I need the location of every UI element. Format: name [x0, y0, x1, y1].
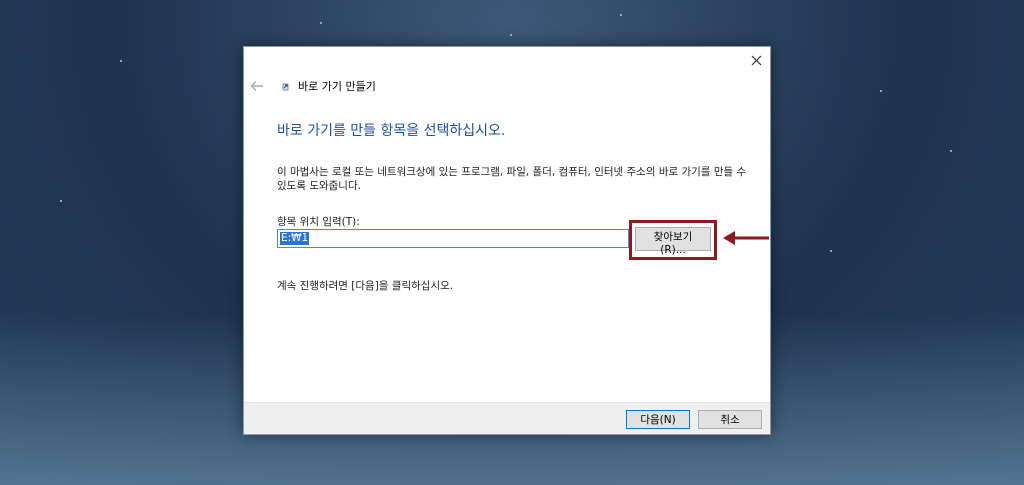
close-icon	[751, 55, 761, 65]
continue-note: 계속 진행하려면 [다음]을 클릭하십시오.	[277, 280, 454, 292]
wizard-description: 이 마법사는 로컬 또는 네트워크상에 있는 프로그램, 파일, 폴더, 컴퓨터…	[277, 166, 747, 192]
close-button[interactable]	[745, 50, 767, 70]
browse-button[interactable]: 찾아보기(R)...	[635, 227, 711, 256]
next-button[interactable]: 다음(N)	[626, 410, 690, 429]
cancel-button[interactable]: 취소	[698, 410, 762, 429]
location-input[interactable]	[277, 229, 629, 248]
back-arrow-icon	[250, 81, 263, 91]
wizard-title: 바로 가기 만들기	[298, 80, 376, 93]
red-arrow-icon	[723, 231, 769, 245]
back-button[interactable]	[250, 79, 266, 93]
wizard-heading: 바로 가기를 만들 항목을 선택하십시오.	[277, 123, 506, 139]
dialog-footer: 다음(N) 취소	[244, 402, 770, 434]
shortcut-wizard-icon	[280, 80, 292, 92]
wizard-titlebar: 바로 가기 만들기	[250, 77, 376, 95]
location-selected-text: E:₩1	[280, 232, 310, 245]
location-label: 항목 위치 입력(T):	[277, 216, 360, 228]
create-shortcut-dialog: 바로 가기 만들기 바로 가기를 만들 항목을 선택하십시오. 이 마법사는 로…	[243, 46, 771, 435]
